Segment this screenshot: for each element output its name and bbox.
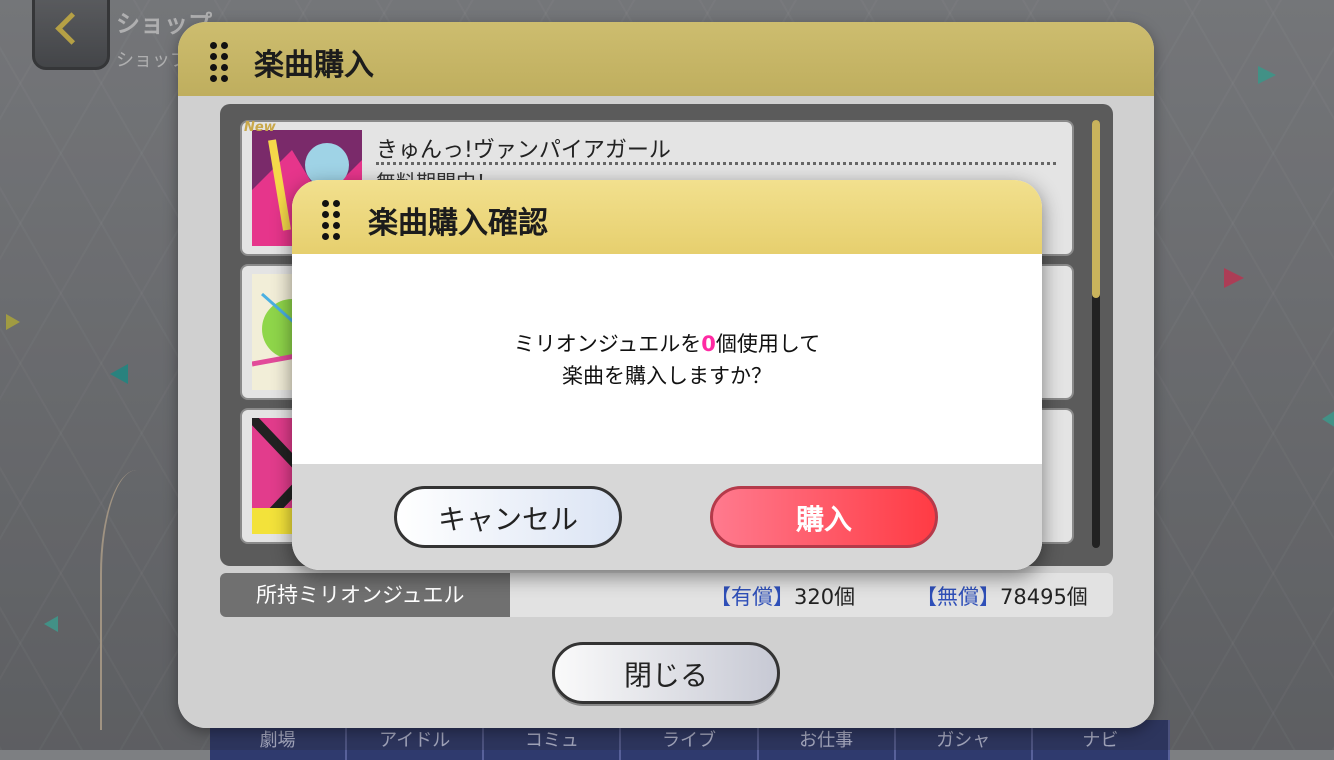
song-status: 無料期間中！ xyxy=(376,166,496,180)
confirm-footer: キャンセル 購入 xyxy=(292,464,1042,570)
song-name: きゅんっ!ヴァンパイアガール xyxy=(376,138,671,163)
confirm-title: 楽曲購入確認 xyxy=(368,206,548,241)
dialog-header: 楽曲購入 xyxy=(178,22,1154,96)
jewel-cost: 0 xyxy=(701,332,716,356)
purchase-confirm-dialog: 楽曲購入確認 ミリオンジュエルを0個使用して 楽曲を購入しますか？ キャンセル … xyxy=(292,180,1042,570)
confirm-header: 楽曲購入確認 xyxy=(292,180,1042,254)
dialog-title: 楽曲購入 xyxy=(254,48,374,83)
free-jewels: 【無償】78495個 xyxy=(916,585,1088,609)
jewel-balance-bar: 所持ミリオンジュエル 【有償】320個 【無償】78495個 xyxy=(220,573,1113,617)
scrollbar-thumb[interactable] xyxy=(1092,120,1100,298)
confirm-message: ミリオンジュエルを0個使用して 楽曲を購入しますか？ xyxy=(513,332,821,388)
grip-dots-icon xyxy=(210,42,228,82)
divider xyxy=(376,162,1056,165)
buy-button[interactable]: 購入 xyxy=(710,486,938,548)
jewel-balance-label: 所持ミリオンジュエル xyxy=(220,573,510,617)
grip-dots-icon xyxy=(322,200,340,240)
paid-jewels: 【有償】320個 xyxy=(710,585,856,609)
new-badge: New xyxy=(244,120,276,135)
cancel-button[interactable]: キャンセル xyxy=(394,486,622,548)
close-button[interactable]: 閉じる xyxy=(552,642,780,704)
